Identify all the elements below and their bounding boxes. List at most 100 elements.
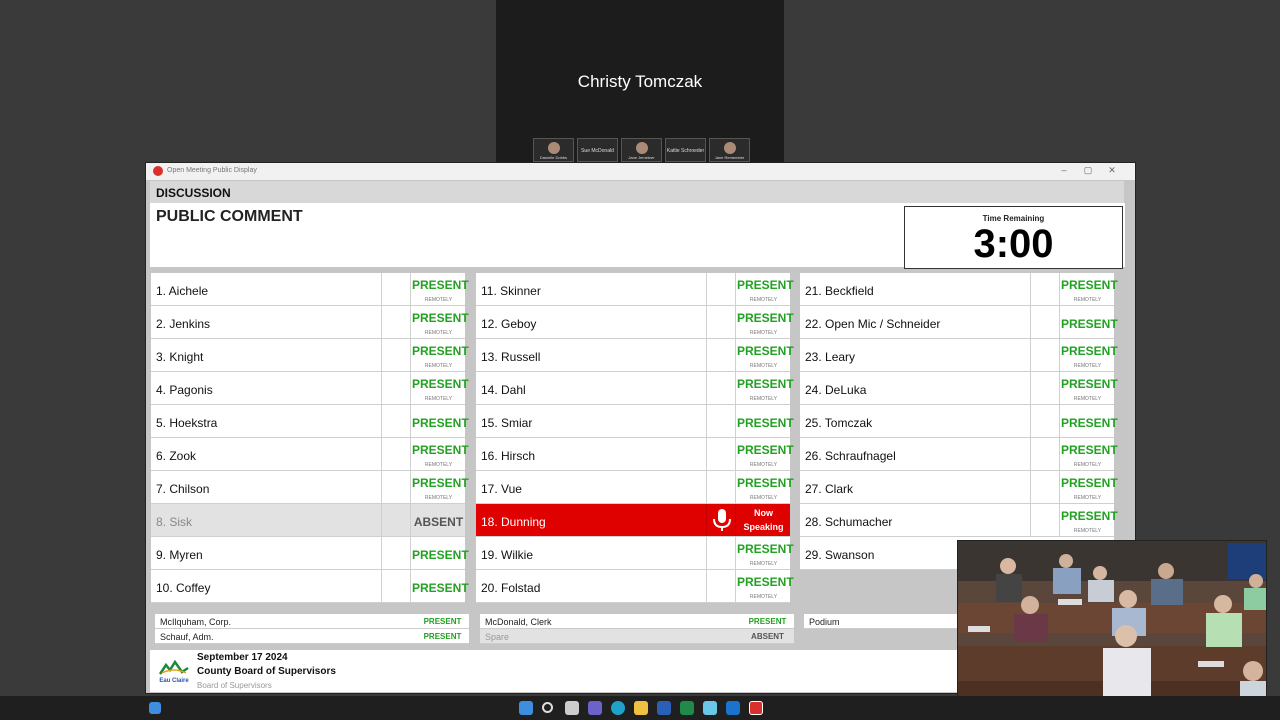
notepad-icon[interactable] — [703, 701, 717, 715]
roster-row: 22. Open Mic / Schneider PRESENT — [800, 306, 1118, 339]
spacer-cell — [706, 537, 736, 569]
attendance-mode: REMOTELY — [749, 297, 778, 303]
status-badge: PRESENT — [412, 476, 469, 490]
participant-name: Sue McDonald — [581, 148, 614, 154]
member-name: 17. Vue — [481, 482, 522, 496]
outlook-icon[interactable] — [726, 701, 740, 715]
status-badge: PRESENT — [737, 476, 794, 490]
member-name: 23. Leary — [805, 350, 856, 364]
status-badge: PRESENT — [423, 632, 462, 641]
status-badge: PRESENT — [748, 617, 787, 626]
status-badge: PRESENT — [1061, 344, 1118, 358]
status-badge: PRESENT — [412, 416, 469, 430]
task-view-icon[interactable] — [565, 701, 579, 715]
status-badge: PRESENT — [423, 617, 462, 626]
roster-row: 14. Dahl PRESENT REMOTELY — [476, 372, 794, 405]
participant-thumbnail[interactable]: Jane Jemetzer — [621, 138, 662, 162]
status-badge: PRESENT — [412, 377, 469, 391]
spacer-cell — [706, 372, 736, 404]
spacer-cell — [1030, 471, 1060, 503]
member-name: 15. Smiar — [481, 416, 533, 430]
spacer-cell — [381, 372, 411, 404]
roster-row: 23. Leary PRESENT REMOTELY — [800, 339, 1118, 372]
attendance-mode: REMOTELY — [749, 363, 778, 369]
member-name: 19. Wilkie — [481, 548, 534, 562]
status-cell: PRESENT REMOTELY — [1061, 339, 1118, 371]
spacer-cell — [381, 438, 411, 470]
staff-column-1: McIlquham, Corp. PRESENT Schauf, Adm. PRESE… — [155, 614, 469, 644]
windows-start-icon[interactable] — [149, 702, 161, 714]
participant-thumbnail[interactable]: Sue McDonald — [577, 138, 618, 162]
spacer-cell — [1030, 372, 1060, 404]
attendance-mode: REMOTELY — [749, 561, 778, 567]
staff-row: Schauf, Adm. PRESENT — [155, 629, 469, 644]
participant-thumbnail[interactable]: Kattie Schroeder — [665, 138, 706, 162]
roster-row: 5. Hoekstra PRESENT — [151, 405, 469, 438]
meeting-date: September 17 2024 — [197, 652, 288, 663]
attendance-mode: REMOTELY — [749, 330, 778, 336]
member-name: 24. DeLuka — [805, 383, 867, 397]
status-badge: PRESENT — [1061, 509, 1118, 523]
status-badge: PRESENT — [737, 542, 794, 556]
status-cell: PRESENT REMOTELY — [737, 273, 794, 305]
excel-icon[interactable] — [680, 701, 694, 715]
windows-start-icon[interactable] — [519, 701, 533, 715]
edge-icon[interactable] — [611, 701, 625, 715]
status-cell: PRESENT REMOTELY — [412, 471, 469, 503]
window-title-bar[interactable]: Open Meeting Public Display – ▢ ✕ — [146, 163, 1135, 180]
status-badge: PRESENT — [737, 344, 794, 358]
status-cell: PRESENT REMOTELY — [1061, 372, 1118, 404]
file-explorer-icon[interactable] — [634, 701, 648, 715]
roster-row: 25. Tomczak PRESENT — [800, 405, 1118, 438]
participant-avatar — [724, 142, 736, 154]
windows-taskbar — [0, 696, 1280, 720]
member-name: 5. Hoekstra — [156, 416, 218, 430]
roster-row: 12. Geboy PRESENT REMOTELY — [476, 306, 794, 339]
member-name: 20. Folstad — [481, 581, 541, 595]
spacer-cell — [381, 306, 411, 338]
timer-panel: Time Remaining 3:00 — [904, 206, 1123, 269]
search-icon[interactable] — [542, 702, 553, 713]
staff-column-2: McDonald, Clerk PRESENT Spare ABSENT — [480, 614, 794, 644]
status-cell: PRESENT REMOTELY — [412, 273, 469, 305]
attendance-mode: REMOTELY — [1073, 396, 1102, 402]
staff-name: McDonald, Clerk — [485, 617, 552, 627]
roster-row: 13. Russell PRESENT REMOTELY — [476, 339, 794, 372]
member-name: 16. Hirsch — [481, 449, 536, 463]
open-meeting-app-icon[interactable] — [749, 701, 763, 715]
status-badge: PRESENT — [1061, 443, 1118, 457]
status-badge: PRESENT — [412, 344, 469, 358]
roster-row: 20. Folstad PRESENT REMOTELY — [476, 570, 794, 603]
roster-row: 8. Sisk ABSENT — [151, 504, 465, 537]
spacer-cell — [381, 570, 411, 602]
status-badge: PRESENT — [737, 311, 794, 325]
status-cell: PRESENT REMOTELY — [1061, 438, 1118, 470]
member-name: 7. Chilson — [156, 482, 210, 496]
status-cell: PRESENT — [737, 405, 794, 437]
member-name: 8. Sisk — [156, 515, 193, 529]
word-icon[interactable] — [657, 701, 671, 715]
spacer-cell — [706, 471, 736, 503]
spacer-cell — [381, 504, 411, 536]
status-cell: PRESENT — [412, 405, 469, 437]
staff-row: McDonald, Clerk PRESENT — [480, 614, 794, 629]
status-cell: PRESENT REMOTELY — [1061, 471, 1118, 503]
staff-name: Spare — [485, 632, 510, 642]
status-cell: PRESENT — [1061, 405, 1118, 437]
status-cell: PRESENT REMOTELY — [412, 339, 469, 371]
participant-thumbnail[interactable]: Danielle Dobbs — [533, 138, 574, 162]
minimize-button[interactable]: – — [1054, 165, 1074, 175]
member-name: 18. Dunning — [481, 515, 546, 529]
spacer-cell — [1030, 405, 1060, 437]
member-name: 6. Zook — [156, 449, 197, 463]
attendance-mode: REMOTELY — [1073, 495, 1102, 501]
roster-row: 19. Wilkie PRESENT REMOTELY — [476, 537, 794, 570]
participant-thumbnail[interactable]: Jane Remember — [709, 138, 750, 162]
attendance-mode: REMOTELY — [1073, 363, 1102, 369]
teams-icon[interactable] — [588, 701, 602, 715]
attendance-mode: REMOTELY — [1073, 297, 1102, 303]
maximize-button[interactable]: ▢ — [1078, 165, 1098, 176]
status-cell: PRESENT — [412, 570, 469, 602]
status-badge: PRESENT — [737, 416, 794, 430]
close-button[interactable]: ✕ — [1102, 165, 1122, 176]
